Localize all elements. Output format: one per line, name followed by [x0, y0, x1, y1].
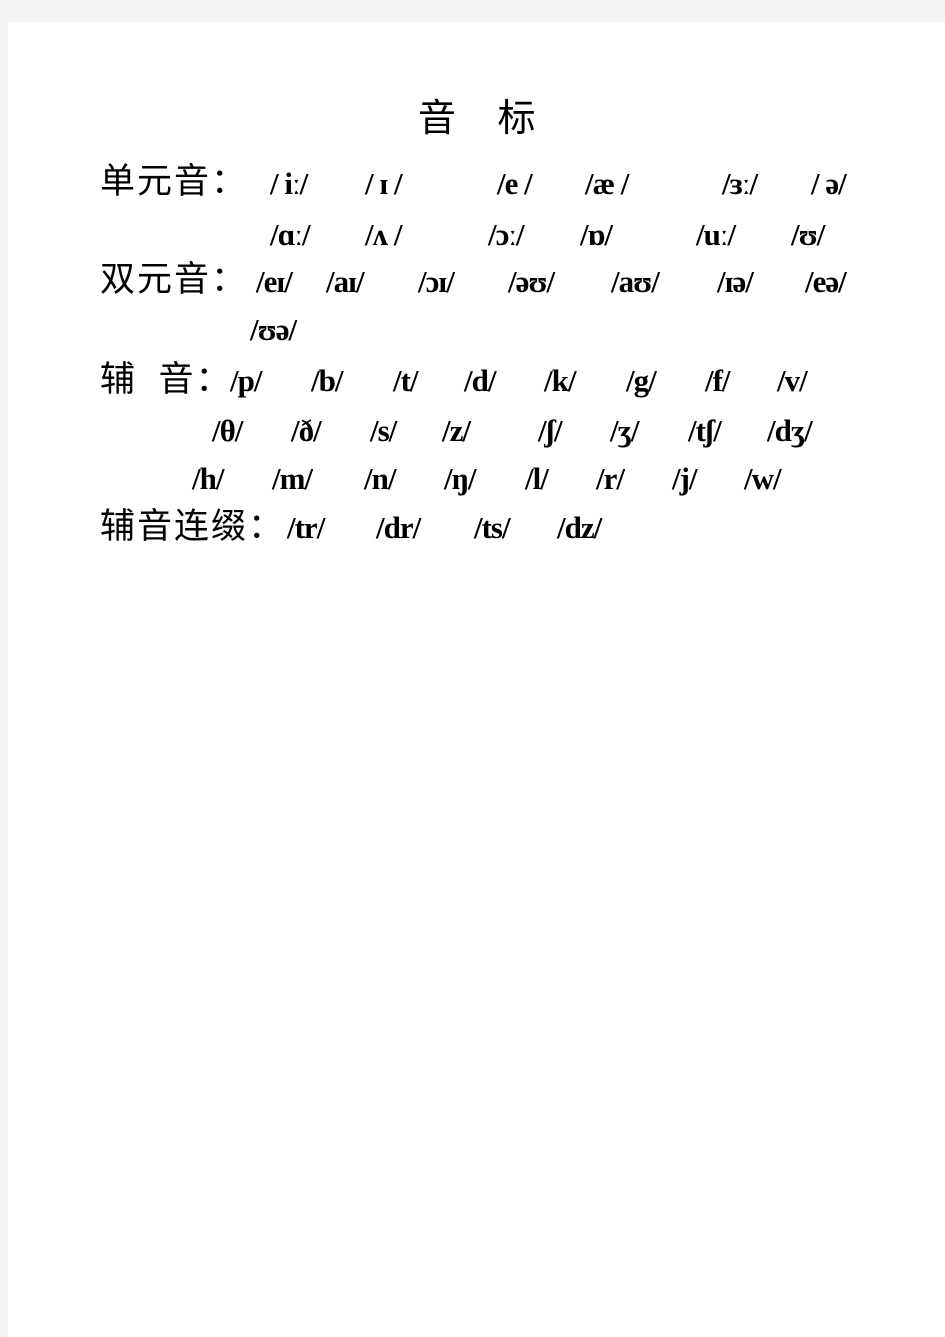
phonetic-symbol: /j/ — [672, 461, 698, 496]
phonetic-symbol: /d/ — [464, 363, 496, 398]
section-label-monophthongs: 单元音： — [100, 162, 249, 201]
phonetic-symbol: /ʃ/ — [538, 413, 563, 448]
phonetic-symbol: /ð/ — [291, 413, 322, 448]
phonetic-symbol: /ɪə/ — [717, 264, 754, 299]
phonetic-symbol: /eɪ/ — [256, 264, 293, 299]
phonetic-symbol: /ɔː/ — [488, 217, 525, 252]
document-page: 音 标 单元音： / iː/ / ɪ / /e / /æ / /ɜː/ / ə/… — [8, 22, 945, 1337]
phonetic-symbol: /p/ — [230, 363, 262, 398]
phonetic-symbol: /ɜː/ — [722, 166, 758, 201]
phonetic-symbol: /t/ — [393, 363, 419, 398]
phonetic-symbol: /s/ — [370, 413, 397, 448]
section-label-consonants: 辅 音： — [100, 360, 233, 399]
phonetic-symbol: /v/ — [777, 363, 808, 398]
phonetic-symbol: / ə/ — [811, 166, 847, 201]
phonetic-symbol: /əʊ/ — [508, 264, 555, 299]
phonetic-symbol: /k/ — [544, 363, 576, 398]
phonetic-symbol: /dʒ/ — [767, 413, 813, 448]
phonetic-symbol: /dz/ — [557, 510, 602, 545]
phonetic-symbol: /l/ — [525, 461, 549, 496]
phonetic-symbol: /ts/ — [474, 510, 511, 545]
phonetic-symbol: /b/ — [311, 363, 343, 398]
phonetic-symbol: /f/ — [705, 363, 731, 398]
section-label-consonant-clusters: 辅音连缀： — [100, 507, 286, 546]
phonetic-symbol: /tr/ — [287, 510, 325, 545]
phonetic-symbol: / iː/ — [270, 166, 308, 201]
phonetic-symbol: /w/ — [744, 461, 782, 496]
phonetic-symbol: /ɔɪ/ — [418, 264, 455, 299]
phonetic-symbol: /h/ — [192, 461, 224, 496]
phonetic-symbol: /ɒ/ — [580, 217, 613, 252]
phonetic-symbol: /ʊə/ — [250, 312, 297, 347]
section-label-diphthongs: 双元音： — [100, 260, 249, 299]
phonetic-symbol: /ʌ / — [365, 217, 402, 252]
phonetic-symbol: /m/ — [272, 461, 313, 496]
phonetic-symbol: /ʒ/ — [610, 413, 639, 448]
phonetic-symbol: /tʃ/ — [688, 413, 722, 448]
document-title: 音 标 — [418, 98, 552, 140]
phonetic-symbol: /uː/ — [696, 217, 736, 252]
phonetic-symbol: /e / — [497, 166, 533, 201]
phonetic-symbol: /r/ — [596, 461, 625, 496]
phonetic-symbol: /æ / — [585, 166, 629, 201]
phonetic-symbol: / ɪ / — [365, 166, 403, 201]
phonetic-symbol: /n/ — [364, 461, 396, 496]
phonetic-symbol: /ɑː/ — [270, 217, 311, 252]
phonetic-symbol: /ŋ/ — [444, 461, 476, 496]
phonetic-symbol: /eə/ — [805, 264, 847, 299]
phonetic-symbol: /aʊ/ — [611, 264, 660, 299]
phonetic-symbol: /dr/ — [376, 510, 421, 545]
phonetic-symbol: /ʊ/ — [791, 217, 825, 252]
phonetic-symbol: /z/ — [442, 413, 471, 448]
phonetic-symbol: /aɪ/ — [326, 264, 365, 299]
phonetic-symbol: /g/ — [626, 363, 657, 398]
phonetic-symbol: /θ/ — [212, 413, 243, 448]
